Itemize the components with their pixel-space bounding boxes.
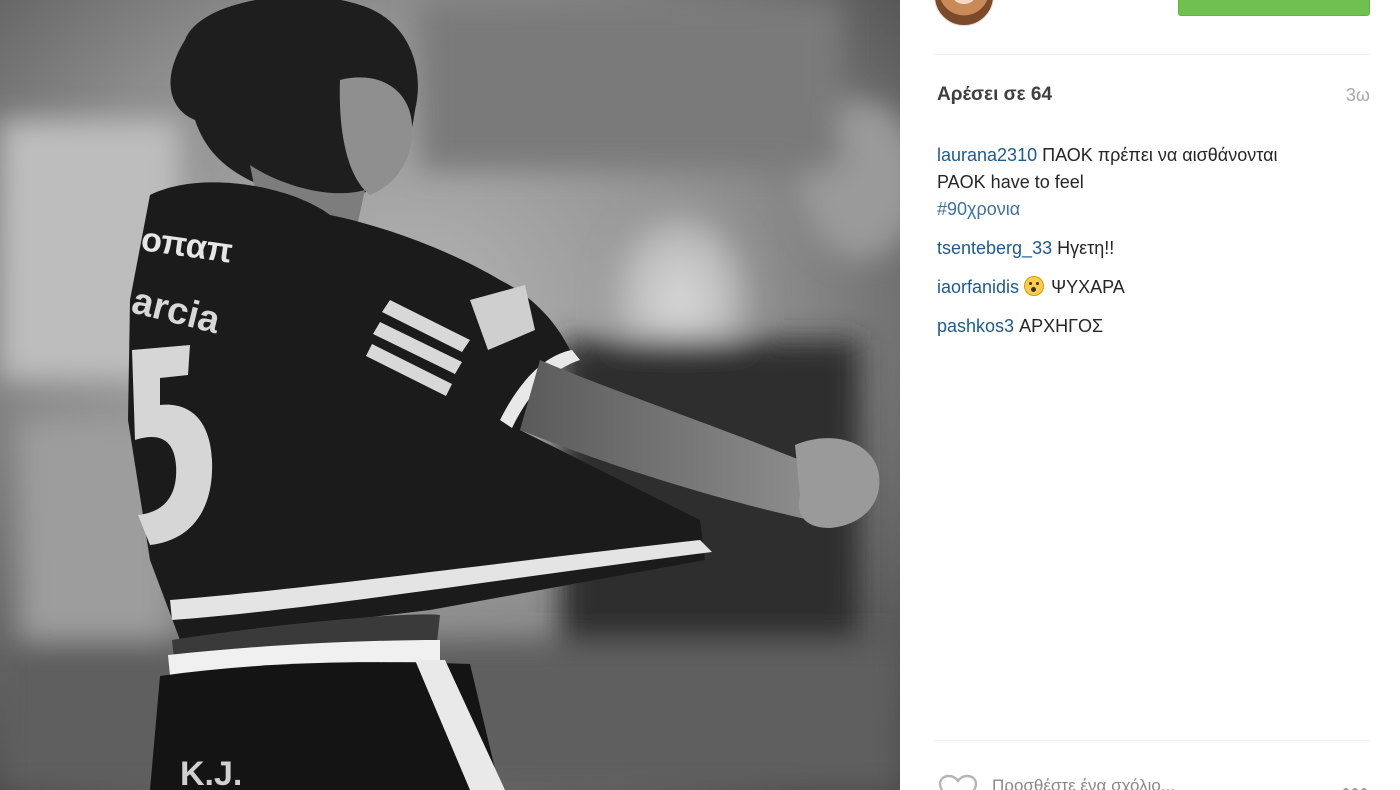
astonished-face-icon: [1024, 276, 1045, 296]
header-username-link[interactable]: laurana2310: [1008, 0, 1095, 3]
comment-text: ΨΥΧΑΡΑ: [1051, 277, 1125, 297]
follow-button[interactable]: ΑΚΟΛΟΥΘΗΣΤΕ: [1178, 0, 1370, 16]
comment-username[interactable]: pashkos3: [937, 316, 1014, 336]
comment-username[interactable]: iaorfanidis: [937, 277, 1019, 297]
user-avatar[interactable]: [934, 0, 994, 26]
photo-image: οπαπ arcia K.J.: [0, 0, 900, 790]
comment-username[interactable]: tsenteberg_33: [937, 238, 1052, 258]
heart-outline-icon: [938, 774, 978, 790]
comment-input[interactable]: [992, 774, 1292, 790]
header-divider: [934, 54, 1370, 55]
caption-text-line2: PAOK have to feel: [937, 172, 1084, 192]
likes-count[interactable]: Αρέσει σε 64: [937, 84, 1052, 106]
post-timestamp[interactable]: 3ω: [1346, 85, 1370, 106]
post-photo[interactable]: οπαπ arcia K.J.: [0, 0, 900, 790]
comment-item: pashkos3 ΑΡΧΗΓΟΣ: [937, 313, 1377, 340]
post-sidebar: laurana2310 ΑΚΟΛΟΥΘΗΣΤΕ Αρέσει σε 64 3ω …: [900, 0, 1400, 790]
caption-username[interactable]: laurana2310: [937, 145, 1037, 165]
comment-text: ΑΡΧΗΓΟΣ: [1019, 316, 1104, 336]
caption: laurana2310 ΠΑΟΚ πρέπει να αισθάνονται P…: [937, 142, 1377, 223]
likes-row: Αρέσει σε 64 3ω: [937, 84, 1370, 110]
comment-item: tsenteberg_33 Ηγετη!!: [937, 235, 1377, 262]
more-options-button[interactable]: [1340, 782, 1372, 790]
comment-list: laurana2310 ΠΑΟΚ πρέπει να αισθάνονται P…: [937, 142, 1377, 352]
post-footer: [900, 740, 1400, 790]
svg-text:K.J.: K.J.: [180, 755, 242, 790]
like-button[interactable]: [938, 774, 978, 790]
comment-item: iaorfanidis ΨΥΧΑΡΑ: [937, 274, 1377, 301]
post-header: laurana2310 ΑΚΟΛΟΥΘΗΣΤΕ: [900, 0, 1400, 50]
caption-hashtag[interactable]: #90χρονια: [937, 199, 1020, 219]
comment-text: Ηγετη!!: [1057, 238, 1115, 258]
instagram-post: οπαπ arcia K.J. laurana2310 ΑΚΟΛΟΥΘΗΣΤΕ …: [0, 0, 1400, 790]
caption-text-line1: ΠΑΟΚ πρέπει να αισθάνονται: [1042, 145, 1278, 165]
